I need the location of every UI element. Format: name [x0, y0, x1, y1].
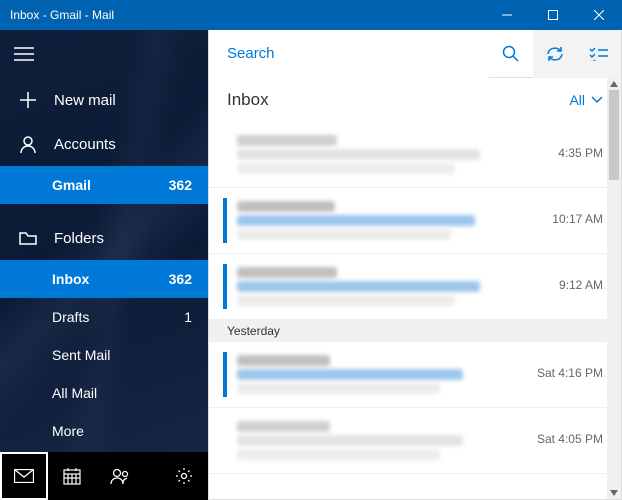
bottom-bar	[0, 452, 208, 500]
sender-blurred	[237, 421, 330, 432]
message-body	[237, 132, 548, 177]
message-item[interactable]: 10:17 AM	[209, 188, 621, 254]
search-bar	[209, 30, 621, 78]
chevron-down-icon	[591, 96, 603, 104]
message-item[interactable]: 9:12 AM	[209, 254, 621, 320]
subject-blurred	[237, 215, 475, 226]
hamburger-menu[interactable]	[0, 30, 208, 78]
scroll-up-icon[interactable]	[607, 78, 621, 90]
preview-blurred	[237, 383, 440, 394]
plus-icon	[16, 92, 40, 108]
sender-blurred	[237, 135, 337, 146]
subject-blurred	[237, 435, 463, 446]
unread-bar	[223, 418, 227, 463]
list-header: Inbox All	[209, 78, 621, 122]
search-button[interactable]	[489, 30, 533, 78]
message-time: 4:35 PM	[548, 146, 603, 160]
message-time: Sat 4:05 PM	[527, 432, 603, 446]
new-mail-label: New mail	[54, 92, 192, 109]
folder-item-sent-mail[interactable]: Sent Mail	[0, 336, 208, 374]
message-time: 10:17 AM	[542, 212, 603, 226]
accounts-button[interactable]: Accounts	[0, 122, 208, 166]
scroll-thumb[interactable]	[609, 90, 619, 180]
message-body	[237, 198, 542, 243]
message-body	[237, 352, 527, 397]
folder-item-more[interactable]: More	[0, 412, 208, 450]
calendar-app-button[interactable]	[48, 452, 96, 500]
filter-dropdown[interactable]: All	[569, 92, 603, 108]
message-item[interactable]: 4:35 PM	[209, 122, 621, 188]
unread-bar	[223, 198, 227, 243]
maximize-button[interactable]	[530, 0, 576, 30]
folder-item-drafts[interactable]: Drafts1	[0, 298, 208, 336]
new-mail-button[interactable]: New mail	[0, 78, 208, 122]
folder-icon	[16, 231, 40, 245]
preview-blurred	[237, 449, 440, 460]
message-item[interactable]: Sat 4:16 PM	[209, 342, 621, 408]
message-body	[237, 264, 549, 309]
main-pane: Inbox All 4:35 PM 10:17 AM 9:12 AM Yesterda…	[208, 30, 622, 500]
account-label: Gmail	[52, 177, 169, 193]
subject-blurred	[237, 149, 480, 160]
person-icon	[16, 135, 40, 153]
folder-label: Drafts	[52, 309, 184, 325]
message-item[interactable]: Sat 4:05 PM	[209, 408, 621, 474]
message-body	[237, 418, 527, 463]
folders-header[interactable]: Folders	[0, 216, 208, 260]
preview-blurred	[237, 229, 451, 240]
message-list: 4:35 PM 10:17 AM 9:12 AM Yesterday Sat 4:16 …	[209, 122, 621, 499]
sender-blurred	[237, 201, 335, 212]
window-title: Inbox - Gmail - Mail	[10, 8, 484, 22]
group-header: Yesterday	[209, 320, 621, 342]
unread-bar	[223, 264, 227, 309]
folder-label: Inbox	[52, 271, 169, 287]
title-bar: Inbox - Gmail - Mail	[0, 0, 622, 30]
search-input[interactable]	[209, 30, 489, 78]
minimize-button[interactable]	[484, 0, 530, 30]
folder-count: 362	[169, 271, 192, 287]
message-time: 9:12 AM	[549, 278, 603, 292]
filter-label: All	[569, 92, 585, 108]
sender-blurred	[237, 267, 337, 278]
folders-label: Folders	[54, 230, 104, 247]
scrollbar[interactable]	[607, 78, 621, 499]
preview-blurred	[237, 163, 455, 174]
select-mode-button[interactable]	[577, 30, 621, 78]
message-time: Sat 4:16 PM	[527, 366, 603, 380]
unread-bar	[223, 352, 227, 397]
folder-item-inbox[interactable]: Inbox362	[0, 260, 208, 298]
preview-blurred	[237, 295, 455, 306]
folder-label: All Mail	[52, 385, 192, 401]
folder-label: More	[52, 423, 192, 439]
folder-item-all-mail[interactable]: All Mail	[0, 374, 208, 412]
accounts-label: Accounts	[54, 136, 192, 153]
account-item-gmail[interactable]: Gmail362	[0, 166, 208, 204]
subject-blurred	[237, 281, 480, 292]
folder-count: 1	[184, 309, 192, 325]
sender-blurred	[237, 355, 330, 366]
mail-app-button[interactable]	[0, 452, 48, 500]
scroll-down-icon[interactable]	[607, 487, 621, 499]
folder-label: Sent Mail	[52, 347, 192, 363]
unread-bar	[223, 132, 227, 177]
account-count: 362	[169, 177, 192, 193]
subject-blurred	[237, 369, 463, 380]
people-app-button[interactable]	[96, 452, 144, 500]
sidebar: New mail Accounts Gmail362 Folders Inbox…	[0, 30, 208, 500]
settings-button[interactable]	[160, 452, 208, 500]
sync-button[interactable]	[533, 30, 577, 78]
close-button[interactable]	[576, 0, 622, 30]
list-title: Inbox	[227, 90, 569, 110]
